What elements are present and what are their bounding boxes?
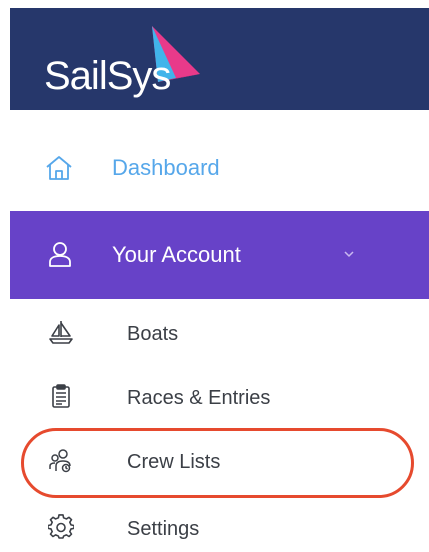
sailboat-icon [48,319,74,345]
clipboard-icon [48,383,74,409]
submenu-label-boats: Boats [127,323,179,345]
submenu-item-races-entries[interactable]: Races & Entries [10,372,429,424]
nav-label-dashboard: Dashboard [112,155,220,180]
submenu-label-crew-lists: Crew Lists [127,451,221,473]
nav-item-your-account[interactable]: Your Account [10,211,429,299]
chevron-down-icon[interactable] [342,247,356,261]
submenu-item-crew-lists[interactable]: Crew Lists [10,436,429,488]
nav-item-dashboard[interactable]: Dashboard [10,138,429,198]
brand-header: SailSys [10,8,429,110]
sidebar: SailSys Dashboard Your Account Boats Rac… [0,0,429,540]
user-icon [45,239,75,269]
submenu-item-settings[interactable]: Settings [10,500,429,552]
home-icon [44,153,74,183]
sailsys-logo[interactable]: SailSys [38,22,228,104]
logo-text: SailSys [44,54,171,98]
crew-icon [48,447,74,473]
submenu-item-boats[interactable]: Boats [10,308,429,360]
gear-icon [48,514,74,540]
submenu-label-races-entries: Races & Entries [127,387,271,409]
nav-label-your-account: Your Account [112,242,241,267]
submenu-label-settings: Settings [127,518,200,540]
